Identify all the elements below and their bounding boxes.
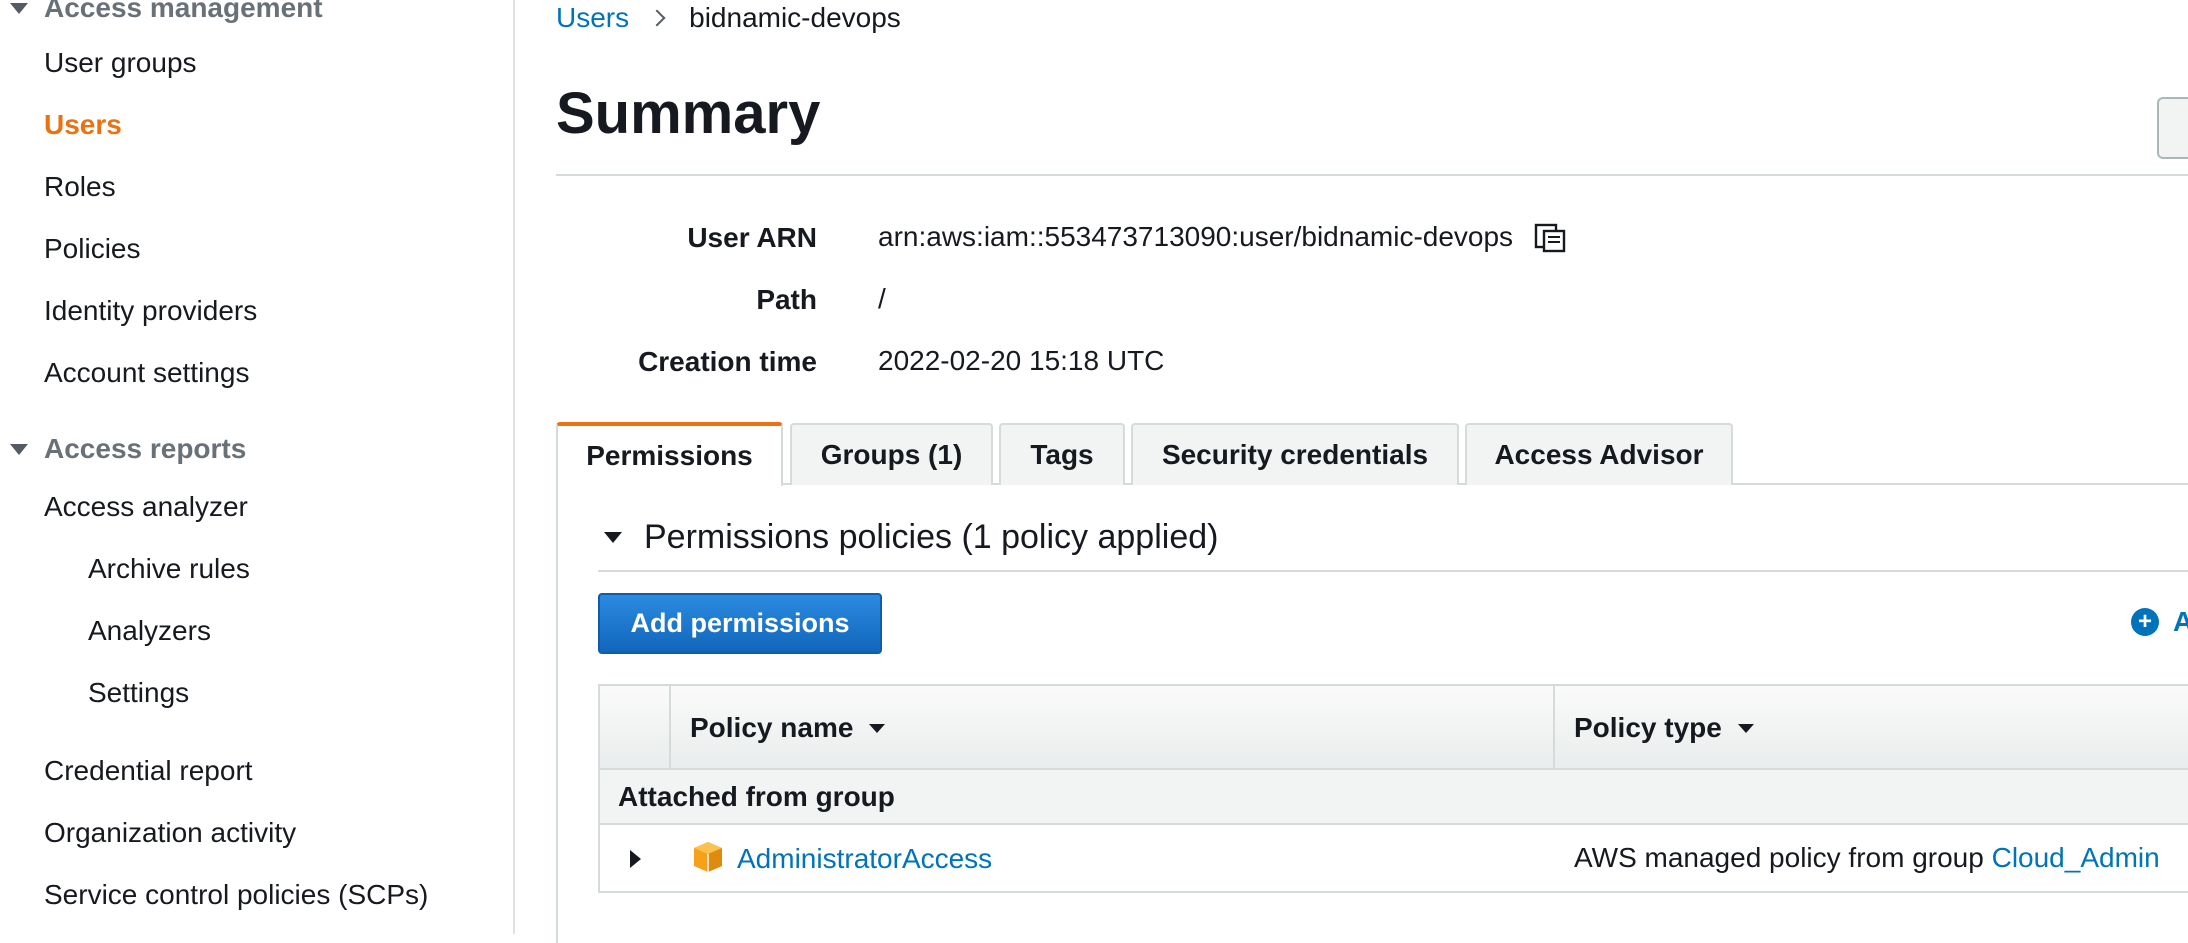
sidebar-item-credential-report[interactable]: Credential report — [44, 755, 253, 787]
page-title: Summary — [556, 81, 821, 146]
tab-permissions[interactable]: Permissions — [556, 422, 783, 486]
group-link-cloud-admin[interactable]: Cloud_Admin — [1992, 842, 2160, 873]
group-row-header: Attached from group — [598, 770, 2188, 825]
sidebar-item-user-groups[interactable]: User groups — [44, 47, 197, 79]
aws-managed-policy-icon — [694, 842, 722, 872]
expand-row-icon[interactable] — [630, 850, 641, 868]
sidebar-item-users[interactable]: Users — [44, 109, 122, 141]
add-inline-policy-label: A — [2173, 606, 2188, 637]
caret-down-icon — [10, 443, 28, 455]
caret-down-icon — [604, 532, 622, 543]
sidebar-section-access-reports[interactable]: Access reports — [10, 433, 246, 465]
breadcrumb-users-link[interactable]: Users — [556, 2, 629, 34]
tab-security-credentials[interactable]: Security credentials — [1131, 423, 1459, 485]
add-inline-policy-link[interactable]: + A — [2131, 606, 2188, 638]
column-header-policy-name[interactable]: Policy name — [690, 686, 886, 770]
divider — [556, 174, 2188, 176]
breadcrumb-current: bidnamic-devops — [689, 2, 901, 33]
caret-down-icon — [10, 2, 28, 14]
sidebar-item-roles[interactable]: Roles — [44, 171, 116, 203]
tab-groups[interactable]: Groups (1) — [790, 423, 993, 485]
table-row: AdministratorAccess AWS managed policy f… — [598, 825, 2188, 893]
sidebar-item-access-analyzer[interactable]: Access analyzer — [44, 491, 248, 523]
divider — [598, 570, 2188, 572]
policy-type-cell: AWS managed policy from group Cloud_Admi… — [1574, 842, 2160, 874]
column-header-policy-type[interactable]: Policy type — [1574, 686, 1754, 770]
sort-down-icon — [1737, 723, 1754, 733]
sidebar-item-policies[interactable]: Policies — [44, 233, 140, 265]
sidebar-section-access-management[interactable]: Access management — [10, 0, 323, 24]
tab-tags[interactable]: Tags — [999, 423, 1125, 485]
column-header-label: Policy name — [690, 712, 854, 743]
column-divider — [669, 686, 671, 770]
creation-time-label: Creation time — [638, 346, 817, 377]
sidebar-item-organization-activity[interactable]: Organization activity — [44, 817, 296, 849]
sidebar-item-account-settings[interactable]: Account settings — [44, 357, 249, 389]
sidebar-item-archive-rules[interactable]: Archive rules — [88, 553, 250, 585]
chevron-right-icon — [648, 9, 666, 27]
sidebar-section-label: Access management — [44, 0, 323, 23]
user-arn-label: User ARN — [687, 222, 817, 253]
breadcrumb: Users bidnamic-devops — [556, 2, 901, 34]
sidebar-item-scps[interactable]: Service control policies (SCPs) — [44, 879, 428, 911]
sidebar-section-label: Access reports — [44, 433, 247, 464]
creation-time-value: 2022-02-20 15:18 UTC — [878, 345, 1165, 376]
policy-type-text: AWS managed policy from group — [1574, 842, 1992, 873]
copy-icon[interactable] — [1533, 221, 1567, 253]
sidebar-item-identity-providers[interactable]: Identity providers — [44, 295, 257, 327]
policy-name-link[interactable]: AdministratorAccess — [737, 843, 992, 875]
column-header-label: Policy type — [1574, 712, 1722, 743]
main-content: Users bidnamic-devops Summary User ARN a… — [517, 0, 2188, 943]
table-header: Policy name Policy type — [598, 684, 2188, 770]
permissions-policies-title: Permissions policies (1 policy applied) — [644, 518, 1219, 556]
column-divider — [1553, 686, 1555, 770]
sort-down-icon — [869, 723, 886, 733]
plus-circle-icon: + — [2131, 608, 2159, 636]
sidebar-item-analyzers[interactable]: Analyzers — [88, 615, 211, 647]
user-arn-value: arn:aws:iam::553473713090:user/bidnamic-… — [878, 221, 1514, 252]
delete-user-button[interactable] — [2157, 97, 2188, 159]
sidebar-item-settings[interactable]: Settings — [88, 677, 189, 709]
user-arn-row: arn:aws:iam::553473713090:user/bidnamic-… — [878, 221, 1567, 253]
sidebar: Access management User groups Users Role… — [0, 0, 515, 934]
path-label: Path — [756, 284, 817, 315]
add-permissions-button[interactable]: Add permissions — [598, 593, 882, 654]
path-value: / — [878, 283, 886, 314]
permissions-policies-header[interactable]: Permissions policies (1 policy applied) — [604, 518, 1218, 557]
tab-access-advisor[interactable]: Access Advisor — [1465, 423, 1733, 485]
